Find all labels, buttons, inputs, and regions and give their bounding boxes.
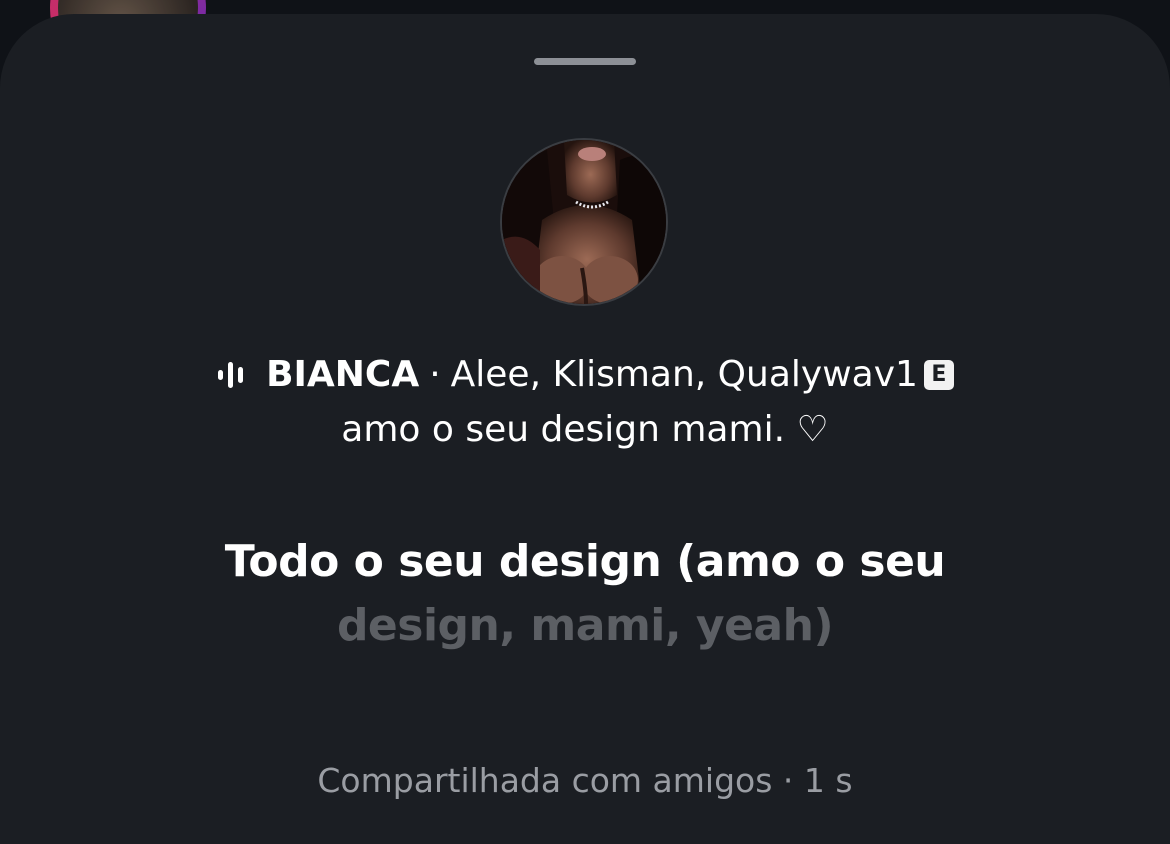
explicit-badge: E bbox=[923, 360, 954, 390]
avatar-image bbox=[502, 140, 666, 304]
profile-avatar[interactable] bbox=[500, 138, 668, 306]
sheet-grabber-handle[interactable] bbox=[534, 58, 636, 65]
lyrics-upcoming: design, mami, yeah) bbox=[336, 600, 834, 651]
share-status: Compartilhada com amigos · 1 s bbox=[0, 756, 1170, 806]
collaborators[interactable]: Alee, Klisman, Qualywav1 bbox=[451, 350, 918, 400]
lyrics-line: Todo o seu design (amo o seu design, mam… bbox=[135, 530, 1035, 658]
meta-separator: · bbox=[429, 354, 441, 395]
audio-waveform-icon bbox=[218, 362, 244, 388]
shared-label: Compartilhada com amigos bbox=[317, 761, 773, 800]
timestamp: 1 s bbox=[803, 761, 853, 800]
bottom-sheet: BIANCA · Alee, Klisman, Qualywav1 E amo … bbox=[0, 14, 1170, 844]
song-meta-row[interactable]: BIANCA · Alee, Klisman, Qualywav1 E bbox=[0, 350, 1170, 400]
footer-separator: · bbox=[782, 761, 794, 800]
artist-name[interactable]: BIANCA bbox=[266, 350, 419, 400]
lyrics-sung: Todo o seu design (amo o seu bbox=[224, 536, 946, 587]
note-text: amo o seu design mami. ♡ bbox=[341, 409, 829, 450]
